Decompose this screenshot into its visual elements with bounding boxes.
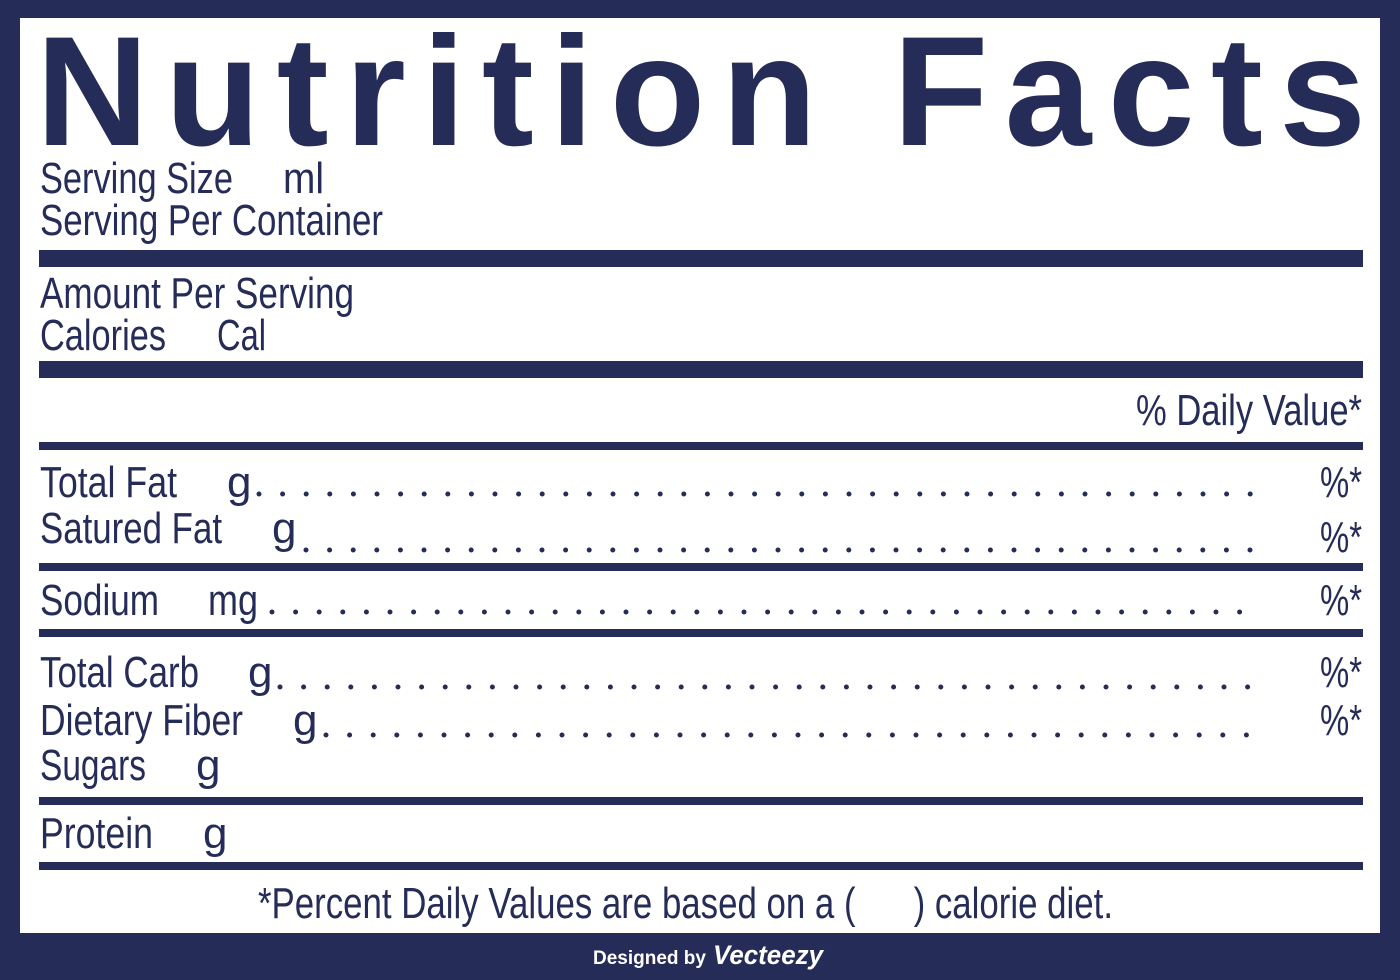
serving-per-container-label: Serving Per Container (40, 196, 383, 245)
nutrient-label-sodium: Sodium (40, 576, 159, 625)
nutrient-label-protein: Protein (40, 809, 153, 858)
page-title: Nutrition Facts (36, 5, 1366, 179)
nutrient-label-total-carb: Total Carb (40, 648, 199, 697)
nutrient-label-satured-fat: Satured Fat (40, 504, 222, 553)
divider (39, 629, 1363, 637)
nutrient-unit: g (293, 696, 317, 745)
calories-label: Calories (40, 311, 166, 360)
daily-value-header: % Daily Value* (1136, 386, 1362, 435)
nutrient-unit: g (196, 741, 220, 790)
nutrient-dv: %* (1320, 513, 1362, 562)
divider (39, 563, 1363, 571)
credit-prefix: Designed by (593, 948, 706, 969)
nutrient-unit: g (272, 504, 296, 553)
nutrition-label: Nutrition Facts Serving Size ml Serving … (0, 0, 1400, 980)
nutrient-label-dietary-fiber: Dietary Fiber (40, 696, 243, 745)
nutrient-dv: %* (1320, 648, 1362, 697)
divider (39, 862, 1363, 870)
calories-unit: Cal (217, 311, 266, 360)
divider-thick (39, 250, 1363, 267)
nutrient-label-total-fat: Total Fat (40, 458, 177, 507)
nutrient-label-sugars: Sugars (40, 741, 146, 790)
nutrient-unit: mg (208, 576, 258, 625)
divider (39, 442, 1363, 450)
divider (39, 797, 1363, 805)
nutrient-dv: %* (1320, 458, 1362, 507)
nutrient-unit: g (248, 648, 272, 697)
footnote: *Percent Daily Values are based on a ( )… (258, 879, 1113, 928)
divider-thick (39, 361, 1363, 378)
nutrient-unit: g (227, 458, 251, 507)
vecteezy-logo[interactable]: Vecteezy (713, 940, 825, 970)
nutrient-unit: g (203, 809, 227, 858)
nutrient-dv: %* (1320, 576, 1362, 625)
nutrient-dv: %* (1320, 696, 1362, 745)
